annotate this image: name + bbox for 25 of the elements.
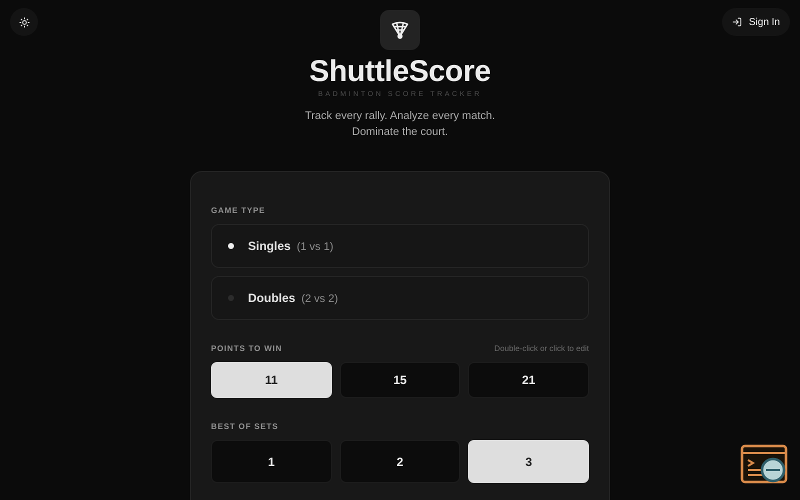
sign-in-button[interactable]: Sign In (722, 8, 790, 36)
section-label: GAME TYPE (211, 206, 266, 215)
app-title: ShuttleScore (309, 55, 491, 89)
option-button[interactable]: 1 (211, 440, 332, 483)
edit-hint: Double-click or click to edit (494, 344, 589, 353)
tagline: Dominate the court. (352, 125, 448, 140)
option-name: Doubles (248, 291, 296, 305)
option-button[interactable]: 2 (340, 440, 460, 483)
option-button[interactable]: 3 (468, 440, 589, 483)
sun-icon (18, 16, 30, 28)
option-name: Singles (248, 239, 291, 253)
game-type-option[interactable]: Singles (1 vs 1) (211, 224, 589, 268)
shuttlecock-icon (390, 20, 410, 40)
option-detail: (2 vs 2) (301, 293, 338, 305)
section-label: POINTS TO WIN (211, 344, 282, 353)
sign-in-icon (732, 17, 742, 27)
tagline: Track every rally. Analyze every match. (304, 109, 496, 124)
option-detail: (1 vs 1) (296, 241, 334, 253)
option-button[interactable]: 11 (211, 362, 332, 398)
option-button[interactable]: 15 (340, 362, 460, 398)
section-label: BEST OF SETS (211, 422, 278, 431)
devtools-icon[interactable] (740, 444, 790, 486)
option-button[interactable]: 21 (468, 362, 589, 398)
game-type-option[interactable]: Doubles (2 vs 2) (211, 276, 589, 320)
theme-toggle-button[interactable] (10, 8, 38, 36)
